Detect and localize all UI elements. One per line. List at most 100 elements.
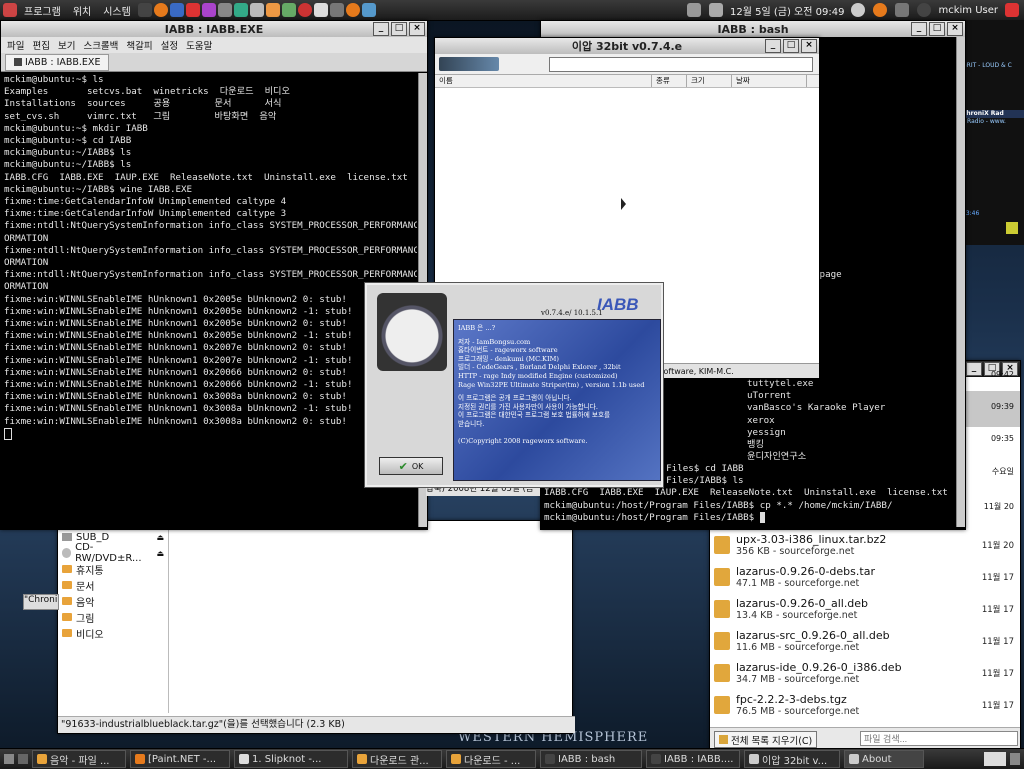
file-launcher-icon[interactable] bbox=[249, 3, 264, 17]
eject-icon[interactable]: ⏏ bbox=[156, 549, 164, 558]
task-downloads[interactable]: 다운로드 - ... bbox=[446, 750, 536, 768]
terminal-launcher-icon[interactable] bbox=[137, 3, 152, 17]
column-size[interactable]: 크기 bbox=[687, 75, 732, 87]
record-launcher-icon[interactable] bbox=[297, 3, 312, 17]
task-iabb-bash[interactable]: IABB : bash bbox=[540, 750, 642, 768]
task-list-icon[interactable] bbox=[18, 754, 28, 764]
network-launcher-icon[interactable] bbox=[233, 3, 248, 17]
maximize-button[interactable]: □ bbox=[929, 22, 945, 36]
task-slipknot[interactable]: 1. Slipknot -... bbox=[234, 750, 348, 768]
minimize-button[interactable]: _ bbox=[966, 362, 982, 376]
chronix-window-tab[interactable]: "Chroni bbox=[23, 594, 59, 610]
task-iabb32[interactable]: 이압 32bit v... bbox=[744, 750, 840, 768]
task-label: 음악 - 파일 ... bbox=[50, 755, 110, 767]
menu-view[interactable]: 보기 bbox=[58, 38, 75, 52]
trash-applet-icon[interactable] bbox=[1010, 753, 1020, 765]
menu-bookmarks[interactable]: 책갈피 bbox=[126, 38, 152, 52]
power-icon[interactable] bbox=[1005, 3, 1019, 17]
mail-launcher-icon[interactable] bbox=[169, 3, 184, 17]
files-launcher-icon[interactable] bbox=[361, 3, 376, 17]
menu-help[interactable]: 도움말 bbox=[186, 38, 212, 52]
workspace-switcher[interactable] bbox=[984, 752, 1006, 766]
calc-launcher-icon[interactable] bbox=[265, 3, 280, 17]
task-label: IABB : bash bbox=[558, 753, 616, 765]
terminal-line: mckim@ubuntu:~$ cd IABB bbox=[4, 135, 132, 147]
menu-applications[interactable]: 프로그램 bbox=[18, 3, 67, 18]
menu-scrollback[interactable]: 스크롤백 bbox=[83, 38, 118, 52]
ok-label: OK bbox=[411, 461, 424, 471]
download-name: lazarus-0.9.26-0_all.deb bbox=[736, 597, 869, 610]
ok-button[interactable]: ✔ OK bbox=[379, 457, 443, 475]
clock[interactable]: 12월 5일 (금) 오전 09:49 bbox=[730, 3, 844, 18]
terminal-output[interactable]: mckim@ubuntu:~$ ls Examples setcvs.bat wi… bbox=[1, 72, 417, 528]
text-launcher-icon[interactable] bbox=[313, 3, 328, 17]
menu-edit[interactable]: 편집 bbox=[32, 38, 49, 52]
download-item[interactable]: lazarus-ide_0.9.26-0_i386.deb 34.7 MB - … bbox=[710, 657, 1020, 689]
user-icon[interactable] bbox=[917, 3, 932, 17]
editor-launcher-icon[interactable] bbox=[217, 3, 232, 17]
task-iabb-exe[interactable]: IABB : IABB.... bbox=[646, 750, 740, 768]
place-documents[interactable]: 문서 bbox=[58, 577, 168, 593]
download-item[interactable]: lazarus-0.9.26-0_all.deb 13.4 KB - sourc… bbox=[710, 593, 1020, 625]
firefox2-launcher-icon[interactable] bbox=[345, 3, 360, 17]
task-music-files[interactable]: 음악 - 파일 ... bbox=[32, 750, 126, 768]
close-button[interactable]: × bbox=[409, 22, 425, 36]
place-pictures[interactable]: 그림 bbox=[58, 609, 168, 625]
maximize-button[interactable]: □ bbox=[783, 39, 799, 53]
screenshot-launcher-icon[interactable] bbox=[329, 3, 344, 17]
menu-places[interactable]: 위치 bbox=[67, 3, 97, 18]
terminal-tabbar: IABB : IABB.EXE bbox=[1, 53, 427, 72]
window-title: IABB : bash bbox=[717, 22, 789, 36]
download-meta: 47.1 MB - sourceforge.net bbox=[736, 578, 860, 589]
minimize-button[interactable]: _ bbox=[911, 22, 927, 36]
player-time: 13:46 bbox=[962, 210, 980, 217]
iabb32-path-input[interactable] bbox=[549, 56, 813, 72]
task-paintnet[interactable]: [Paint.NET -... bbox=[130, 750, 230, 768]
user-name[interactable]: mckim User bbox=[938, 5, 998, 16]
music-note-icon[interactable] bbox=[1006, 222, 1018, 234]
download-search-input[interactable] bbox=[860, 731, 1018, 746]
menu-file[interactable]: 파일 bbox=[7, 38, 24, 52]
task-about[interactable]: About bbox=[844, 750, 924, 768]
eject-icon[interactable]: ⏏ bbox=[156, 533, 164, 542]
tray-browser-icon[interactable] bbox=[873, 3, 888, 17]
download-item[interactable]: upx-3.03-i386_linux.tar.bz2 356 KB - sou… bbox=[710, 529, 1020, 561]
tab-iabb[interactable]: IABB : IABB.EXE bbox=[5, 53, 110, 71]
download-item[interactable]: fpc-2.2.2-3-debs.tgz 76.5 MB - sourcefor… bbox=[710, 689, 1020, 721]
package-icon bbox=[714, 632, 730, 650]
minimize-button[interactable]: _ bbox=[373, 22, 389, 36]
iabb32-column-header: 이름 종류 크기 날짜 bbox=[435, 75, 819, 88]
clear-list-button[interactable]: 전체 목록 지우기(C) bbox=[714, 731, 818, 748]
ubuntu-logo-icon[interactable] bbox=[3, 3, 17, 17]
tray-update-icon[interactable] bbox=[851, 3, 866, 17]
menu-system[interactable]: 시스템 bbox=[97, 3, 137, 18]
optical-drive-icon bbox=[62, 548, 72, 558]
download-item[interactable]: lazarus-src_0.9.26-0_all.deb 11.6 MB - s… bbox=[710, 625, 1020, 657]
minimize-button[interactable]: _ bbox=[765, 39, 781, 53]
column-name[interactable]: 이름 bbox=[435, 75, 652, 87]
maximize-button[interactable]: □ bbox=[391, 22, 407, 36]
tray-network-icon[interactable] bbox=[687, 3, 702, 17]
gimp-launcher-icon[interactable] bbox=[201, 3, 216, 17]
tray-misc-icon[interactable] bbox=[895, 3, 910, 17]
about-info-panel: IABB 은 ...? 저자 - IamBongsu.com 홈타이번트 - r… bbox=[453, 319, 661, 481]
firefox-launcher-icon[interactable] bbox=[153, 3, 168, 17]
terminal-icon bbox=[14, 58, 22, 66]
close-button[interactable]: × bbox=[947, 22, 963, 36]
place-videos[interactable]: 비디오 bbox=[58, 625, 168, 641]
tray-volume-icon[interactable] bbox=[709, 3, 724, 17]
vm-launcher-icon[interactable] bbox=[281, 3, 296, 17]
column-type[interactable]: 종류 bbox=[652, 75, 687, 87]
download-name: fpc-2.2.2-3-debs.tgz bbox=[736, 693, 847, 706]
pidgin-launcher-icon[interactable] bbox=[185, 3, 200, 17]
close-button[interactable]: × bbox=[801, 39, 817, 53]
show-desktop-icon[interactable] bbox=[4, 754, 14, 764]
menu-settings[interactable]: 설정 bbox=[161, 38, 178, 52]
place-music[interactable]: 음악 bbox=[58, 593, 168, 609]
bash-scrollbar[interactable] bbox=[956, 37, 965, 527]
player-station-line: ChroniX Rad bbox=[962, 110, 1024, 118]
place-cdrw[interactable]: CD-RW/DVD±R... ⏏ bbox=[58, 542, 168, 564]
task-download-manager[interactable]: 다운로드 관... bbox=[352, 750, 442, 768]
download-item[interactable]: lazarus-0.9.26-0-debs.tar 47.1 MB - sour… bbox=[710, 561, 1020, 593]
column-date[interactable]: 날짜 bbox=[732, 75, 807, 87]
